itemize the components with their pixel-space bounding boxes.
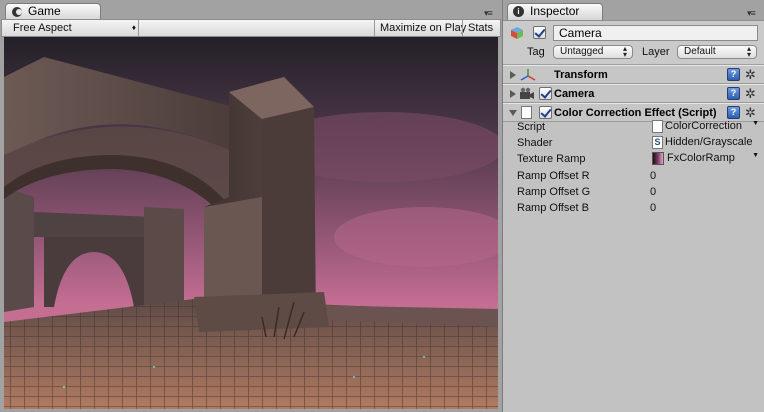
transform-title: Transform	[554, 69, 608, 81]
shader-value: Hidden/Grayscale	[665, 136, 753, 148]
property-ramp-offset-g: Ramp Offset G 0	[503, 184, 764, 200]
tag-dropdown[interactable]: Untagged ▴ ▾	[553, 45, 633, 59]
game-tabstrip: Game ▾≡	[0, 0, 502, 20]
script-object-field[interactable]: ColorCorrection ▼	[650, 119, 760, 135]
ramp-offset-r-input[interactable]: 0	[650, 169, 755, 183]
help-icon[interactable]: ?	[727, 106, 740, 119]
gear-icon[interactable]: ✲	[745, 67, 761, 83]
color-correction-foldout-icon[interactable]	[509, 110, 517, 116]
color-correction-title: Color Correction Effect (Script)	[554, 107, 717, 119]
inspector-panel-menu-icon[interactable]: ▾≡	[747, 8, 761, 18]
transform-foldout-icon[interactable]	[510, 71, 516, 79]
layer-dropdown-value: Default	[684, 46, 716, 57]
maximize-on-play-toggle[interactable]: Maximize on Play	[375, 20, 471, 36]
object-picker-arrow-icon[interactable]: ▼	[752, 119, 759, 129]
camera-title: Camera	[554, 88, 595, 100]
game-panel: Game ▾≡ Free Aspect ♦ Maximize on Play S…	[0, 0, 502, 412]
dropdown-arrows-icon: ▴ ▾	[622, 44, 627, 59]
toolbar-separator	[138, 20, 139, 36]
aspect-dropdown[interactable]: Free Aspect ♦	[8, 20, 138, 36]
texture-ramp-value: FxColorRamp	[667, 152, 735, 164]
game-panel-menu-icon[interactable]: ▾≡	[484, 8, 498, 18]
property-ramp-offset-b: Ramp Offset B 0	[503, 200, 764, 216]
script-label: Script	[517, 121, 546, 133]
gameobject-name-input[interactable]: Camera	[553, 25, 758, 41]
texture-ramp-thumbnail-icon	[652, 152, 664, 165]
ramp-offset-b-label: Ramp Offset B	[517, 202, 589, 214]
gameobject-active-checkbox[interactable]	[533, 26, 546, 39]
color-correction-enabled-checkbox[interactable]	[539, 106, 552, 119]
script-file-icon	[652, 120, 663, 133]
game-tab-icon	[12, 7, 22, 17]
game-scene-render	[4, 37, 498, 409]
camera-foldout-icon[interactable]	[510, 90, 516, 98]
game-viewport[interactable]	[4, 37, 498, 409]
layer-dropdown[interactable]: Default ▴ ▾	[677, 45, 757, 59]
tab-inspector[interactable]: i Inspector	[507, 3, 603, 20]
shader-label: Shader	[517, 137, 553, 149]
ramp-offset-b-input[interactable]: 0	[650, 201, 755, 215]
tag-dropdown-value: Untagged	[560, 46, 604, 57]
texture-ramp-object-field[interactable]: FxColorRamp ▼	[650, 151, 760, 167]
property-shader: Shader S Hidden/Grayscale	[503, 135, 764, 151]
help-icon[interactable]: ?	[727, 68, 740, 81]
texture-ramp-label: Texture Ramp	[517, 153, 586, 165]
tab-game[interactable]: Game	[5, 3, 101, 20]
stats-toggle[interactable]: Stats	[463, 20, 498, 36]
script-file-icon	[521, 106, 532, 119]
shader-object-field[interactable]: S Hidden/Grayscale	[650, 135, 760, 151]
info-icon: i	[513, 6, 524, 17]
object-picker-arrow-icon[interactable]: ▼	[752, 151, 759, 161]
tab-game-label: Game	[28, 4, 61, 18]
help-icon[interactable]: ?	[727, 87, 740, 100]
component-camera[interactable]: Camera ? ✲	[503, 84, 764, 103]
ramp-offset-g-label: Ramp Offset G	[517, 186, 591, 198]
inspector-tabstrip: i Inspector ▾≡	[503, 0, 764, 20]
property-ramp-offset-r: Ramp Offset R 0	[503, 168, 764, 184]
camera-icon	[520, 87, 534, 99]
gameobject-header: Camera Tag Untagged ▴ ▾ Layer Default ▴ ▾	[503, 21, 764, 65]
camera-enabled-checkbox[interactable]	[539, 87, 552, 100]
tag-label: Tag	[527, 46, 545, 58]
script-value: ColorCorrection	[665, 120, 743, 132]
aspect-dropdown-label: Free Aspect	[13, 22, 72, 34]
inspector-panel: i Inspector ▾≡ Camera Tag Untagged ▴ ▾ La…	[502, 0, 764, 412]
dropdown-arrows-icon: ▴ ▾	[746, 44, 751, 59]
game-toolbar: Free Aspect ♦ Maximize on Play Stats	[1, 19, 501, 37]
tab-inspector-label: Inspector	[530, 4, 580, 18]
ramp-offset-g-input[interactable]: 0	[650, 185, 755, 199]
layer-label: Layer	[642, 46, 670, 58]
gear-icon[interactable]: ✲	[745, 86, 761, 102]
inspector-body: Camera Tag Untagged ▴ ▾ Layer Default ▴ ▾ …	[503, 20, 764, 412]
gameobject-cube-icon	[511, 27, 523, 39]
component-transform[interactable]: Transform ? ✲	[503, 65, 764, 84]
shader-asset-icon: S	[652, 136, 663, 149]
aspect-dropdown-arrow-icon: ♦	[131, 23, 136, 32]
ramp-offset-r-label: Ramp Offset R	[517, 170, 590, 182]
property-texture-ramp: Texture Ramp FxColorRamp ▼	[503, 151, 764, 167]
property-script: Script ColorCorrection ▼	[503, 119, 764, 135]
transform-axes-icon	[520, 69, 536, 81]
